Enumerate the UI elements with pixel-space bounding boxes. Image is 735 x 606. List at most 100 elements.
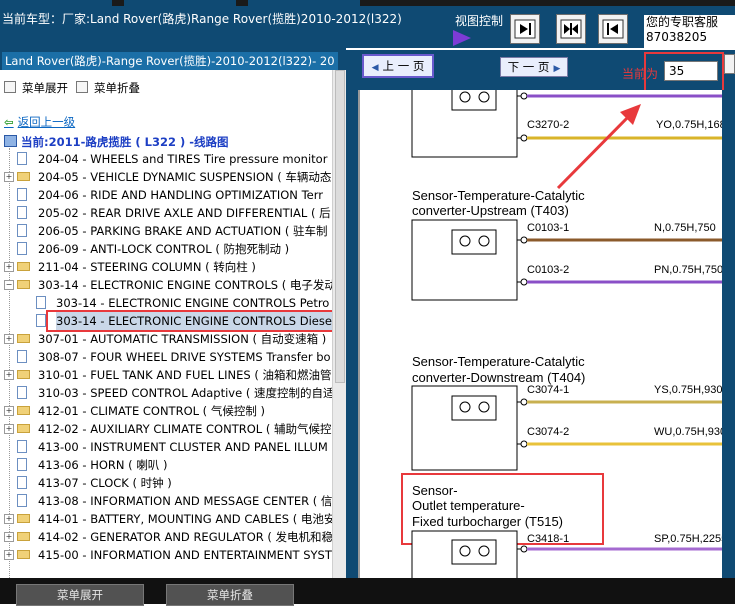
tree-item-label: 412-02 - AUXILIARY CLIMATE CONTROL ( 辅助气… (38, 422, 332, 436)
document-icon (17, 152, 27, 165)
expand-node-icon[interactable]: + (4, 172, 14, 182)
document-icon (17, 188, 27, 201)
back-link-label: 返回上一级 (17, 115, 76, 129)
tree-item-label: 413-07 - CLOCK ( 时钟 ) (38, 476, 172, 490)
tree-item-label: 413-00 - INSTRUMENT CLUSTER AND PANEL IL… (38, 440, 328, 454)
footer-expand-button[interactable]: 菜单展开 (16, 584, 144, 606)
tree-item-label: 414-01 - BATTERY, MOUNTING AND CABLES ( … (38, 512, 332, 526)
expand-node-icon[interactable]: + (4, 370, 14, 380)
wire-label: PN,0.75H,750 (654, 264, 723, 276)
footer-collapse-button[interactable]: 菜单折叠 (166, 584, 294, 606)
document-icon (36, 296, 46, 309)
tree-item-label: 413-06 - HORN ( 喇叭 ) (38, 458, 168, 472)
tree-item[interactable]: 206-05 - PARKING BRAKE AND ACTUATION ( 驻… (0, 222, 332, 240)
tree-item-label: 413-08 - INFORMATION AND MESSAGE CENTER … (38, 494, 332, 508)
pin-label: C3270-2 (527, 119, 569, 131)
sensor-name: converter-Downstream (T404) (412, 370, 585, 385)
document-icon (17, 386, 27, 399)
expand-node-icon[interactable]: + (4, 334, 14, 344)
view-control-label: 视图控制 (455, 14, 504, 28)
prev-page-button[interactable]: ◀ 上 一 页 (362, 54, 434, 78)
tree-item[interactable]: +414-02 - GENERATOR AND REGULATOR ( 发电机和… (0, 528, 332, 546)
tree-item-label: 303-14 - ELECTRONIC ENGINE CONTROLS ( 电子… (38, 278, 332, 292)
tree-item[interactable]: 204-04 - WHEELS and TIRES Tire pressure … (0, 150, 332, 168)
pin-label: C3418-1 (527, 533, 569, 545)
expand-node-icon[interactable]: + (4, 406, 14, 416)
expand-icon (4, 81, 16, 93)
folder-icon (17, 424, 30, 433)
tree-item-label: 310-03 - SPEED CONTROL Adaptive ( 速度控制的自… (38, 386, 332, 400)
tree-item[interactable]: +412-01 - CLIMATE CONTROL ( 气候控制 ) (0, 402, 332, 420)
current-node: 当前:2011-路虎揽胜 ( L322 ) -线路图 (4, 134, 229, 150)
expand-node-icon[interactable]: + (4, 550, 14, 560)
connector-plug (451, 90, 497, 111)
tree-item-label: 310-01 - FUEL TANK AND FUEL LINES ( 油箱和燃… (38, 368, 332, 382)
tree-item[interactable]: 413-06 - HORN ( 喇叭 ) (0, 456, 332, 474)
right-frame-edge (722, 90, 735, 578)
wire-label: SP,0.75H,2255 (654, 533, 727, 545)
expand-node-icon[interactable]: + (4, 262, 14, 272)
tree-item[interactable]: +415-00 - INFORMATION AND ENTERTAINMENT … (0, 546, 332, 564)
prev-arrow-icon: ◀ (371, 63, 379, 73)
tree-item[interactable]: +412-02 - AUXILIARY CLIMATE CONTROL ( 辅助… (0, 420, 332, 438)
tree-item[interactable]: +307-01 - AUTOMATIC TRANSMISSION ( 自动变速箱… (0, 330, 332, 348)
document-icon (17, 224, 27, 237)
expand-node-icon[interactable]: + (4, 424, 14, 434)
sensor-name: Fixed turbocharger (T515) (412, 514, 563, 529)
tree-item[interactable]: 413-07 - CLOCK ( 时钟 ) (0, 474, 332, 492)
document-icon (17, 242, 27, 255)
diagram-border (358, 90, 360, 578)
prev-page-label: 上 一 页 (382, 59, 425, 73)
left-scrollbar[interactable] (332, 70, 346, 578)
wire-label: N,0.75H,750 (654, 222, 716, 234)
right-edge-button[interactable] (724, 54, 735, 74)
menu-collapse-button[interactable]: 菜单折叠 (76, 80, 140, 96)
tree-item[interactable]: 310-03 - SPEED CONTROL Adaptive ( 速度控制的自… (0, 384, 332, 402)
wiring-diagram-svg: C3270-2 YO,0.75H,1685 Sensor-Temperature… (401, 90, 735, 578)
folder-icon (17, 550, 30, 559)
tree-item[interactable]: 413-00 - INSTRUMENT CLUSTER AND PANEL IL… (0, 438, 332, 456)
expand-node-icon[interactable]: + (4, 532, 14, 542)
sensor-name: Sensor-Temperature-Catalytic (412, 354, 585, 369)
tree-item-label: 204-04 - WHEELS and TIRES Tire pressure … (38, 152, 328, 166)
next-page-button[interactable]: 下 一 页 ▶ (500, 57, 568, 77)
annotation-arrow (556, 110, 635, 190)
view-left-panel-button[interactable] (598, 14, 628, 44)
tree-item[interactable]: 206-09 - ANTI-LOCK CONTROL ( 防抱死制动 ) (0, 240, 332, 258)
folder-icon (17, 280, 30, 289)
menu-collapse-label: 菜单折叠 (94, 81, 140, 95)
folder-icon (17, 406, 30, 415)
pin-label: C0103-2 (527, 264, 569, 276)
folder-icon (17, 532, 30, 541)
view-right-panel-button[interactable] (510, 14, 540, 44)
menu-expand-button[interactable]: 菜单展开 (4, 80, 68, 96)
tree-item-label: 415-00 - INFORMATION AND ENTERTAINMENT S… (38, 548, 332, 562)
tree-item-label: 206-09 - ANTI-LOCK CONTROL ( 防抱死制动 ) (38, 242, 290, 256)
collapse-node-icon[interactable]: − (4, 280, 14, 290)
document-icon (17, 494, 27, 507)
tree-item-label: 204-05 - VEHICLE DYNAMIC SUSPENSION ( 车辆… (38, 170, 332, 184)
tree-item[interactable]: − 303-14 - ELECTRONIC ENGINE CONTROLS ( 电… (0, 276, 332, 294)
tree-item-label: 204-06 - RIDE AND HANDLING OPTIMIZATION … (38, 188, 323, 202)
expand-node-icon[interactable]: + (4, 514, 14, 524)
tree-item[interactable]: 308-07 - FOUR WHEEL DRIVE SYSTEMS Transf… (0, 348, 332, 366)
folder-icon (17, 172, 30, 181)
tree-item[interactable]: +211-04 - STEERING COLUMN ( 转向柱 ) (0, 258, 332, 276)
view-split-button[interactable] (556, 14, 586, 44)
menu-expand-label: 菜单展开 (22, 81, 68, 95)
tree-item[interactable]: +310-01 - FUEL TANK AND FUEL LINES ( 油箱和… (0, 366, 332, 384)
tree-item[interactable]: 205-02 - REAR DRIVE AXLE AND DIFFERENTIA… (0, 204, 332, 222)
tree-item[interactable]: +414-01 - BATTERY, MOUNTING AND CABLES (… (0, 510, 332, 528)
left-panel-title: Land Rover(路虎)-Range Rover(揽胜)-2010-2012… (2, 52, 338, 70)
tree-item[interactable]: 413-08 - INFORMATION AND MESSAGE CENTER … (0, 492, 332, 510)
tree-item[interactable]: +204-05 - VEHICLE DYNAMIC SUSPENSION ( 车… (0, 168, 332, 186)
folder-icon (17, 262, 30, 271)
folder-icon (17, 514, 30, 523)
panel-divider[interactable] (346, 50, 358, 578)
tree-item[interactable]: 204-06 - RIDE AND HANDLING OPTIMIZATION … (0, 186, 332, 204)
arrow-right-icon (514, 19, 536, 39)
folder-icon (17, 370, 30, 379)
play-arrow-icon (453, 30, 471, 46)
scrollbar-thumb[interactable] (335, 70, 345, 383)
back-link[interactable]: ⇦ 返回上一级 (4, 114, 75, 130)
